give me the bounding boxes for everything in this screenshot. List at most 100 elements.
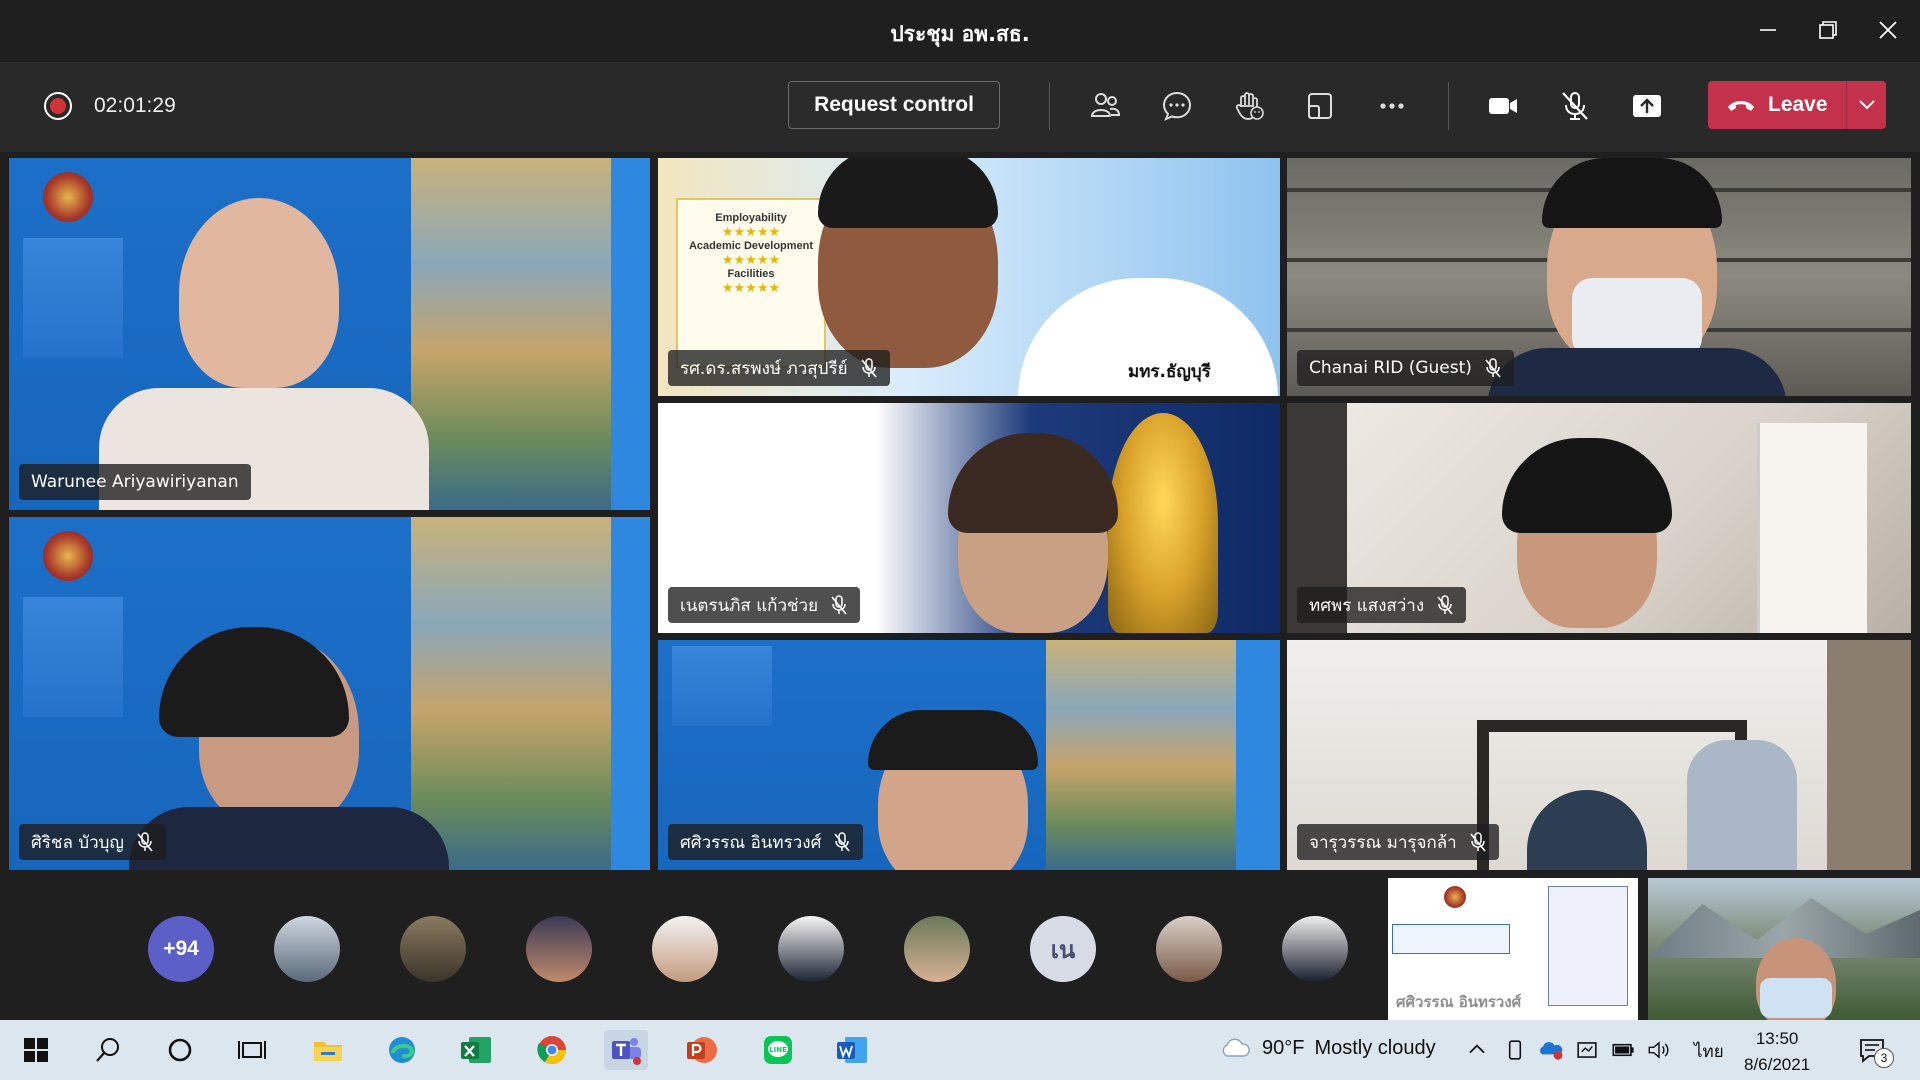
share-icon — [1633, 95, 1661, 117]
mic-off-icon — [834, 832, 850, 852]
video-tile[interactable]: ทศพร แสงสว่าง — [1287, 403, 1911, 633]
background-image — [411, 158, 611, 510]
cortana-button[interactable] — [158, 1030, 202, 1070]
powerpoint-icon — [687, 1037, 717, 1063]
banner-text-block — [672, 646, 772, 726]
recording-indicator-icon — [44, 92, 72, 120]
mic-off-icon — [1562, 92, 1588, 120]
mic-off-icon — [1470, 832, 1486, 852]
video-tile[interactable]: Warunee Ariyawiriyanan — [9, 158, 650, 510]
powerpoint-button[interactable] — [680, 1030, 724, 1070]
mic-button[interactable] — [1552, 84, 1598, 128]
weather-widget[interactable]: 90°F Mostly cloudy — [1218, 1036, 1436, 1060]
chrome-button[interactable] — [530, 1030, 574, 1070]
leave-main[interactable]: Leave — [1708, 81, 1846, 129]
participant-name-tag: เนตรนภิส แก้วช่วย — [668, 587, 861, 623]
banner-sidebar — [611, 517, 650, 870]
mic-off-icon — [860, 358, 877, 378]
tray-phone-button[interactable] — [1500, 1030, 1530, 1070]
hang-up-icon — [1728, 101, 1754, 111]
participants-button[interactable] — [1082, 84, 1128, 128]
mic-off-icon — [137, 832, 153, 852]
clock-date: 8/6/2021 — [1744, 1055, 1811, 1074]
line-button[interactable]: LINE — [756, 1030, 800, 1070]
room-button[interactable] — [1297, 84, 1343, 128]
leave-button[interactable]: Leave — [1708, 81, 1886, 129]
participant-name: Warunee Ariyawiriyanan — [31, 472, 239, 492]
participant-avatar[interactable] — [274, 916, 340, 982]
edge-icon — [389, 1037, 415, 1063]
toolbar-divider — [1049, 82, 1050, 130]
chevron-down-icon — [1858, 100, 1875, 110]
window-frame — [1827, 640, 1911, 870]
participant-avatar[interactable] — [778, 916, 844, 982]
speaker-icon — [1648, 1041, 1669, 1059]
participant-avatar[interactable] — [400, 916, 466, 982]
more-actions-button[interactable] — [1369, 84, 1415, 128]
meeting-controls-bar: 02:01:29 Request control Leave — [0, 62, 1920, 152]
window-titlebar: ประชุม อพ.สธ. — [0, 0, 1920, 62]
window-title: ประชุม อพ.สธ. — [890, 22, 1030, 46]
close-button[interactable] — [1866, 12, 1910, 48]
participant-name: เนตรนภิส แก้วช่วย — [680, 595, 819, 616]
reactions-button[interactable] — [1226, 84, 1272, 128]
participant-avatar[interactable] — [1282, 916, 1348, 982]
request-control-button[interactable]: Request control — [788, 81, 1000, 129]
clock-time: 13:50 — [1755, 1029, 1799, 1048]
minimize-button[interactable] — [1746, 12, 1790, 48]
excel-button[interactable] — [454, 1030, 498, 1070]
word-icon — [837, 1037, 867, 1063]
system-clock[interactable]: 13:50 8/6/2021 — [1744, 1026, 1810, 1078]
teams-button[interactable] — [604, 1030, 648, 1070]
battery-button[interactable] — [1608, 1030, 1638, 1070]
leave-options-button[interactable] — [1846, 81, 1886, 129]
flowchart-box — [1392, 924, 1510, 954]
video-tile[interactable]: ศศิวรรณ อินทรวงศ์ — [658, 640, 1280, 870]
participant-avatar[interactable] — [1156, 916, 1222, 982]
tray-onedrive-button[interactable] — [1536, 1030, 1566, 1070]
svg-text:LINE: LINE — [769, 1046, 787, 1054]
edge-button[interactable] — [380, 1030, 424, 1070]
video-tile[interactable]: ศิริชล บัวบุญ — [9, 517, 650, 870]
show-hidden-icons-button[interactable] — [1462, 1030, 1492, 1070]
video-tile[interactable]: จารุวรรณ มารุจกล้า — [1287, 640, 1911, 870]
camera-button[interactable] — [1480, 84, 1526, 128]
file-explorer-button[interactable] — [306, 1030, 350, 1070]
background-image — [411, 517, 611, 870]
share-screen-button[interactable] — [1624, 84, 1670, 128]
participant-avatar[interactable] — [904, 916, 970, 982]
tray-app-button[interactable] — [1572, 1030, 1602, 1070]
input-language-indicator[interactable]: ไทย — [1694, 1038, 1724, 1065]
video-tile[interactable]: Chanai RID (Guest) — [1287, 158, 1911, 396]
self-view-video[interactable] — [1648, 878, 1920, 1020]
cortana-icon — [168, 1038, 192, 1062]
task-view-button[interactable] — [230, 1030, 274, 1070]
participant-avatar[interactable] — [652, 916, 718, 982]
rating-line: Academic Development — [688, 240, 814, 252]
video-tile[interactable]: Employability ★★★★★ Academic Development… — [658, 158, 1280, 396]
participant-avatar[interactable] — [526, 916, 592, 982]
chat-button[interactable] — [1154, 84, 1200, 128]
start-button[interactable] — [14, 1030, 58, 1070]
word-button[interactable] — [830, 1030, 874, 1070]
chevron-up-icon — [1469, 1044, 1485, 1054]
rating-line: Facilities — [727, 268, 775, 280]
shared-content-thumbnail[interactable]: ศศิวรรณ อินทรวงศ์ — [1388, 878, 1638, 1020]
participant-name: ทศพร แสงสว่าง — [1309, 595, 1425, 616]
flowchart-column — [1548, 886, 1628, 1006]
more-participants-button[interactable]: +94 — [148, 916, 214, 982]
university-logo-icon — [1444, 886, 1466, 908]
volume-button[interactable] — [1644, 1030, 1674, 1070]
search-button[interactable] — [86, 1030, 130, 1070]
participant-hair — [159, 627, 349, 737]
teams-icon — [612, 1038, 641, 1065]
rating-board: Employability ★★★★★ Academic Development… — [676, 198, 826, 368]
rating-stars: ★★★★★ — [721, 224, 781, 239]
chrome-icon — [537, 1036, 566, 1064]
face-mask — [1572, 278, 1702, 358]
restore-button[interactable] — [1806, 12, 1850, 48]
notifications-button[interactable]: 3 — [1850, 1030, 1894, 1070]
campus-label: มทร.ธัญบุรี — [1128, 362, 1211, 382]
video-tile[interactable]: เนตรนภิส แก้วช่วย — [658, 403, 1280, 633]
participant-avatar-initials[interactable]: เน — [1030, 916, 1096, 982]
